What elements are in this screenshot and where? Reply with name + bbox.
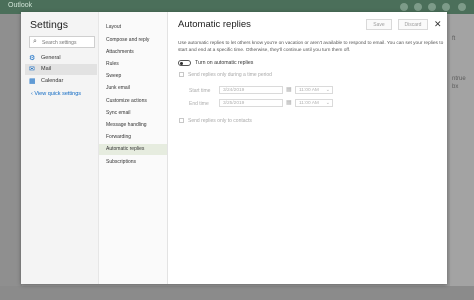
category-label: General bbox=[41, 55, 61, 61]
start-date-field[interactable]: 3/24/2019 bbox=[219, 86, 283, 94]
search-settings-box[interactable]: ⌕ bbox=[29, 36, 95, 48]
skype-icon bbox=[400, 3, 408, 11]
settings-icon bbox=[428, 3, 436, 11]
settings-title: Settings bbox=[30, 19, 68, 31]
calendar-icon[interactable]: ▦ bbox=[286, 86, 292, 93]
nav-sync-email[interactable]: Sync email bbox=[99, 108, 167, 119]
toggle-label: Turn on automatic replies bbox=[195, 60, 254, 66]
contacts-only-checkbox[interactable] bbox=[179, 118, 184, 123]
close-icon[interactable]: ✕ bbox=[434, 19, 442, 29]
start-time-value: 11:00 AM bbox=[299, 88, 319, 93]
category-label: Mail bbox=[41, 66, 52, 72]
nav-label: Subscriptions bbox=[106, 159, 137, 165]
nav-layout[interactable]: Layout bbox=[99, 22, 167, 33]
avatar bbox=[458, 3, 466, 11]
nav-label: Attachments bbox=[106, 49, 134, 55]
chevron-down-icon: ⌄ bbox=[325, 100, 330, 106]
bg-text: ntrue bbox=[452, 76, 466, 82]
category-calendar[interactable]: ▦ Calendar bbox=[25, 76, 97, 87]
bg-text: ft bbox=[452, 36, 456, 42]
nav-label: Layout bbox=[106, 24, 122, 30]
view-quick-settings-link[interactable]: ‹ View quick settings bbox=[31, 91, 81, 97]
category-label: Calendar bbox=[41, 78, 64, 84]
nav-customize-actions[interactable]: Customize actions bbox=[99, 96, 167, 107]
nav-rules[interactable]: Rules bbox=[99, 59, 167, 70]
category-mail[interactable]: ✉ Mail bbox=[25, 64, 97, 75]
app-reading-pane: ft ntrue bx bbox=[450, 14, 474, 300]
nav-junk-email[interactable]: Junk email bbox=[99, 83, 167, 94]
help-icon bbox=[442, 3, 450, 11]
end-time-label: End time bbox=[189, 101, 209, 107]
description-text: Use automatic replies to let others know… bbox=[178, 41, 444, 53]
calendar-icon: ▦ bbox=[29, 78, 36, 85]
start-time-select[interactable]: 11:00 AM ⌄ bbox=[295, 86, 333, 94]
end-time-value: 11:00 AM bbox=[299, 101, 319, 106]
nav-automatic-replies[interactable]: Automatic replies bbox=[99, 144, 167, 155]
nav-label: Compose and reply bbox=[106, 37, 150, 43]
nav-attachments[interactable]: Attachments bbox=[99, 47, 167, 58]
nav-subscriptions[interactable]: Subscriptions bbox=[99, 157, 167, 168]
nav-label: Sync email bbox=[106, 110, 131, 116]
mail-icon: ✉ bbox=[29, 66, 35, 73]
nav-label: Rules bbox=[106, 61, 119, 67]
nav-label: Sweep bbox=[106, 73, 122, 79]
nav-label: Automatic replies bbox=[106, 146, 145, 152]
category-general[interactable]: ⚙ General bbox=[25, 53, 97, 64]
settings-dialog: Settings ⌕ ⚙ General ✉ Mail ▦ Calendar ‹… bbox=[21, 12, 447, 284]
end-date-value: 3/25/2019 bbox=[223, 101, 245, 106]
nav-label: Junk email bbox=[106, 85, 130, 91]
calendar-icon[interactable]: ▦ bbox=[286, 99, 292, 106]
settings-category-pane: Settings ⌕ ⚙ General ✉ Mail ▦ Calendar ‹… bbox=[21, 12, 99, 284]
nav-sweep[interactable]: Sweep bbox=[99, 71, 167, 82]
nav-forwarding[interactable]: Forwarding bbox=[99, 132, 167, 143]
start-time-label: Start time bbox=[189, 88, 211, 94]
bell-icon bbox=[414, 3, 422, 11]
chevron-down-icon: ⌄ bbox=[325, 87, 330, 93]
toggle-knob bbox=[180, 61, 183, 65]
time-period-checkbox[interactable] bbox=[179, 72, 184, 77]
time-period-label: Send replies only during a time period bbox=[188, 72, 272, 78]
nav-message-handling[interactable]: Message handling bbox=[99, 120, 167, 131]
nav-label: Message handling bbox=[106, 122, 147, 128]
mail-settings-nav: Layout Compose and reply Attachments Rul… bbox=[99, 12, 168, 284]
end-time-select[interactable]: 11:00 AM ⌄ bbox=[295, 99, 333, 107]
search-settings-input[interactable] bbox=[42, 38, 92, 47]
bg-text: bx bbox=[452, 84, 459, 90]
app-footer bbox=[0, 286, 474, 300]
start-date-value: 3/24/2019 bbox=[223, 88, 245, 93]
end-date-field[interactable]: 3/25/2019 bbox=[219, 99, 283, 107]
save-button[interactable]: Save bbox=[366, 19, 392, 30]
gear-icon: ⚙ bbox=[29, 55, 36, 62]
search-icon: ⌕ bbox=[33, 38, 37, 45]
app-brand: Outlook bbox=[8, 2, 33, 9]
page-title: Automatic replies bbox=[178, 19, 251, 30]
nav-label: Customize actions bbox=[106, 98, 147, 104]
discard-button[interactable]: Discard bbox=[398, 19, 428, 30]
automatic-replies-panel: Automatic replies Save Discard ✕ Use aut… bbox=[168, 12, 447, 284]
automatic-replies-toggle[interactable] bbox=[178, 60, 191, 66]
contacts-only-label: Send replies only to contacts bbox=[188, 118, 252, 124]
app-left-rail bbox=[0, 14, 22, 300]
nav-compose-and-reply[interactable]: Compose and reply bbox=[99, 35, 167, 46]
nav-label: Forwarding bbox=[106, 134, 132, 140]
